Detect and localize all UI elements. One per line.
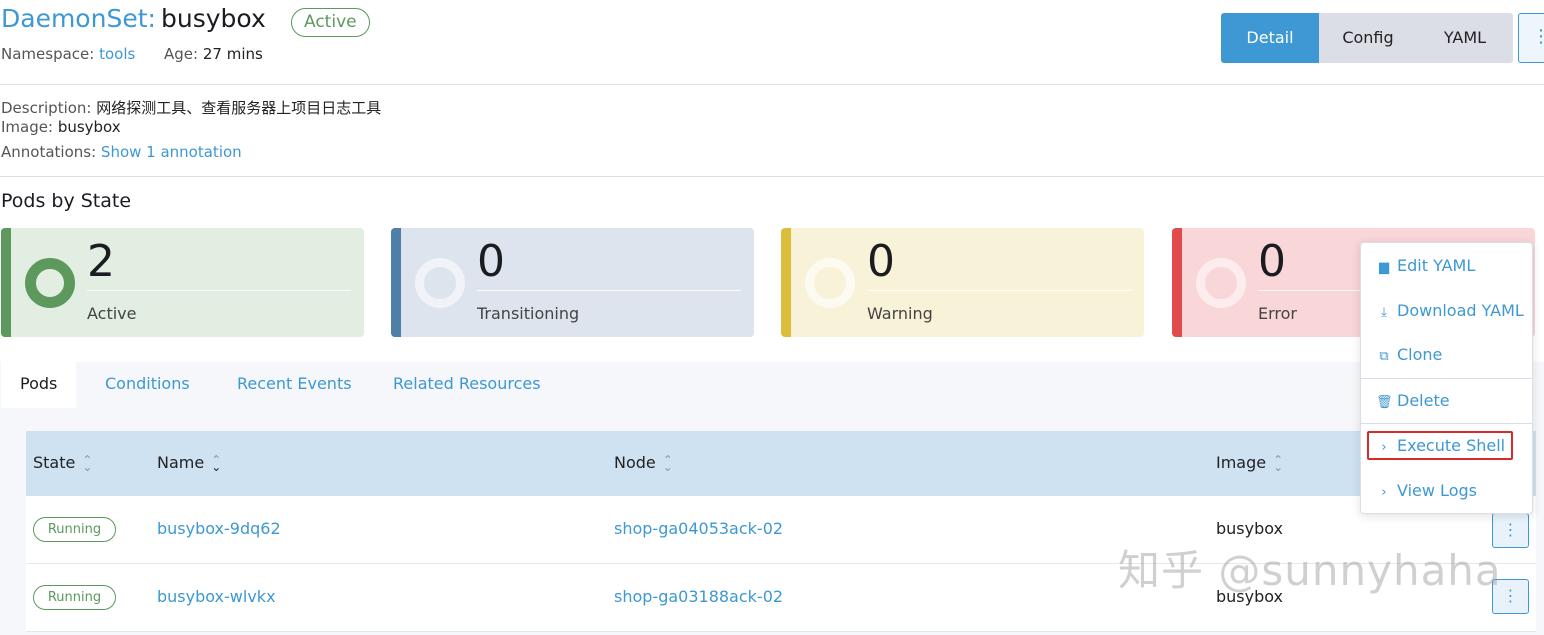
image-row: Image: busybox: [1, 118, 121, 136]
column-header-image[interactable]: Image ⌃ ⌄: [1216, 452, 1284, 474]
menu-item-download-yaml[interactable]: ⤓ Download YAML: [1376, 301, 1524, 320]
state-count: 0: [477, 236, 505, 287]
view-yaml-button[interactable]: YAML: [1417, 13, 1513, 63]
age-meta: Age: 27 mins: [164, 45, 263, 63]
page-title: DaemonSet: busybox: [1, 4, 266, 33]
state-card-transitioning: 0 Transitioning: [391, 228, 754, 337]
age-value: 27 mins: [202, 45, 263, 63]
pod-state-badge: Running: [33, 517, 116, 542]
tab-related-resources[interactable]: Related Resources: [374, 362, 560, 408]
more-actions-button[interactable]: ⋮: [1518, 13, 1544, 63]
card-accent-bar: [781, 228, 791, 337]
state-card-active: 2 Active: [1, 228, 364, 337]
status-badge: Active: [291, 8, 370, 37]
image-label: Image:: [1, 118, 54, 136]
tab-conditions[interactable]: Conditions: [86, 362, 209, 408]
menu-item-edit-yaml[interactable]: ▆ Edit YAML: [1376, 256, 1475, 275]
pod-image: busybox: [1216, 519, 1284, 538]
state-count: 2: [87, 236, 115, 287]
pod-state-badge: Running: [33, 585, 116, 610]
tab-recent-events[interactable]: Recent Events: [218, 362, 371, 408]
card-accent-bar: [391, 228, 401, 337]
description-value: 网络探测工具、查看服务器上项目日志工具: [96, 99, 382, 117]
column-header-name[interactable]: Name ⌃ ⌄: [157, 452, 222, 474]
column-header-node[interactable]: Node ⌃ ⌄: [614, 452, 673, 474]
ring-icon: [805, 258, 855, 308]
state-count: 0: [1258, 236, 1286, 287]
age-label: Age:: [164, 45, 199, 63]
annotations-label: Annotations:: [1, 143, 97, 161]
menu-divider: [1361, 423, 1532, 424]
sort-icon: ⌃ ⌄: [662, 452, 673, 474]
resource-type: DaemonSet:: [1, 4, 156, 33]
kebab-icon: ⋮: [1502, 586, 1519, 605]
trash-icon: 🗑: [1376, 395, 1393, 410]
card-divider: [867, 290, 1131, 291]
file-icon: ▆: [1379, 260, 1389, 275]
watermark: 知乎 @sunnyhaha: [1118, 546, 1502, 595]
sort-icon: ⌃ ⌄: [1273, 452, 1284, 474]
state-label: Transitioning: [477, 304, 580, 323]
kebab-icon: ⋮: [1532, 26, 1544, 47]
tab-pods[interactable]: Pods: [1, 362, 77, 408]
column-header-state[interactable]: State ⌃ ⌄: [33, 452, 93, 474]
sort-icon: ⌃ ⌄: [82, 452, 93, 474]
card-accent-bar: [1172, 228, 1182, 337]
menu-item-view-logs[interactable]: › View Logs: [1376, 481, 1477, 500]
view-config-button[interactable]: Config: [1319, 13, 1417, 63]
highlight-box: [1367, 431, 1513, 460]
state-label: Warning: [867, 304, 933, 323]
namespace-meta: Namespace: tools: [1, 45, 135, 63]
card-divider: [477, 290, 741, 291]
card-accent-bar: [1, 228, 11, 337]
state-card-warning: 0 Warning: [781, 228, 1144, 337]
show-annotations-link[interactable]: Show 1 annotation: [101, 143, 242, 161]
namespace-link[interactable]: tools: [99, 45, 135, 63]
description-row: Description: 网络探测工具、查看服务器上项目日志工具: [1, 97, 381, 118]
divider: [0, 176, 1544, 177]
pod-name-link[interactable]: busybox-9dq62: [157, 519, 281, 538]
table-header: [26, 431, 1536, 496]
pod-node-link[interactable]: shop-ga04053ack-02: [614, 519, 783, 538]
ring-icon: [25, 258, 75, 308]
namespace-label: Namespace:: [1, 45, 95, 63]
divider: [0, 84, 1544, 85]
sort-icon: ⌃ ⌄: [211, 452, 222, 474]
pod-name-link[interactable]: busybox-wlvkx: [157, 587, 276, 606]
state-label: Active: [87, 304, 137, 323]
copy-icon: ⧉: [1379, 349, 1389, 364]
description-label: Description:: [1, 99, 92, 117]
kebab-icon: ⋮: [1502, 520, 1519, 539]
ring-icon: [1196, 258, 1246, 308]
card-divider: [87, 290, 351, 291]
chevron-right-icon: ›: [1381, 485, 1387, 500]
pod-node-link[interactable]: shop-ga03188ack-02: [614, 587, 783, 606]
state-label: Error: [1258, 304, 1297, 323]
menu-divider: [1361, 378, 1532, 379]
state-count: 0: [867, 236, 895, 287]
image-value: busybox: [57, 118, 121, 136]
menu-item-delete[interactable]: 🗑 Delete: [1376, 391, 1450, 410]
ring-icon: [415, 258, 465, 308]
resource-name: busybox: [161, 4, 266, 33]
pods-by-state-title: Pods by State: [1, 190, 132, 212]
view-detail-button[interactable]: Detail: [1221, 13, 1319, 63]
menu-item-clone[interactable]: ⧉ Clone: [1376, 345, 1442, 364]
annotations-row: Annotations: Show 1 annotation: [1, 143, 242, 161]
download-icon: ⤓: [1381, 305, 1387, 320]
